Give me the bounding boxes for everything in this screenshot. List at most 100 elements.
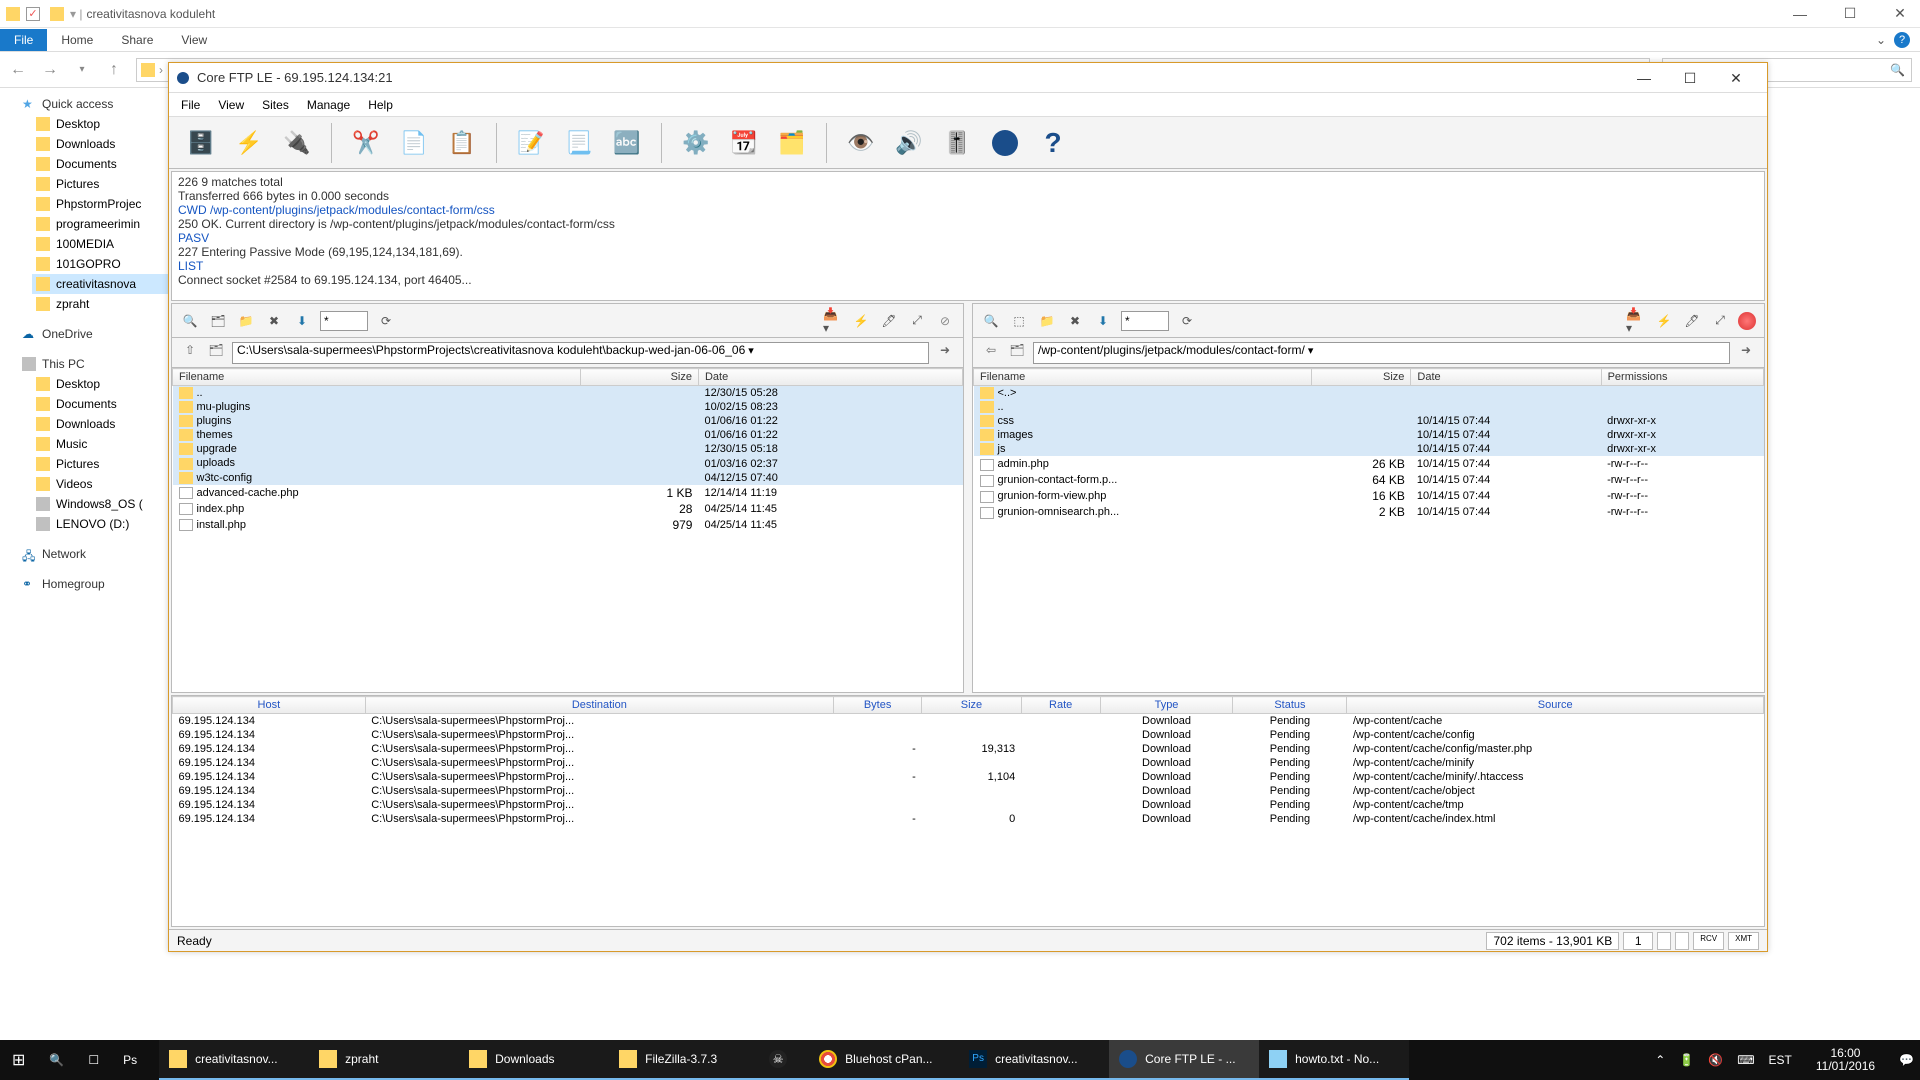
- file-row[interactable]: <..>: [974, 386, 1764, 401]
- battery-icon[interactable]: 🔋: [1679, 1053, 1694, 1067]
- column-header[interactable]: Date: [698, 369, 962, 386]
- tray-expand-icon[interactable]: ⌃: [1655, 1053, 1665, 1067]
- taskbar-app[interactable]: zpraht: [309, 1040, 459, 1080]
- cut-icon[interactable]: ✂️: [346, 123, 386, 163]
- maximize-button[interactable]: ☐: [1836, 5, 1864, 22]
- column-header[interactable]: Size: [581, 369, 699, 386]
- file-row[interactable]: images10/14/15 07:44drwxr-xr-x: [974, 428, 1764, 442]
- schedule-icon[interactable]: 📆: [724, 123, 764, 163]
- file-row[interactable]: grunion-form-view.php16 KB10/14/15 07:44…: [974, 488, 1764, 504]
- close-button[interactable]: ✕: [1713, 64, 1759, 92]
- paste-icon[interactable]: 📋: [442, 123, 482, 163]
- copy-icon[interactable]: 📄: [394, 123, 434, 163]
- help-icon[interactable]: ?: [1894, 32, 1910, 48]
- expand-icon[interactable]: ⤢: [907, 311, 927, 331]
- mode-icon[interactable]: 📥▾: [823, 311, 843, 331]
- menu-sites[interactable]: Sites: [262, 98, 289, 112]
- taskbar-app[interactable]: Downloads: [459, 1040, 609, 1080]
- column-header[interactable]: Source: [1347, 697, 1764, 714]
- help-icon[interactable]: ?: [1033, 123, 1073, 163]
- system-tray[interactable]: ⌃ 🔋 🔇 ⌨ EST 16:0011/01/2016 💬: [1649, 1047, 1920, 1073]
- settings-icon[interactable]: ⚙️: [676, 123, 716, 163]
- minimize-button[interactable]: ―: [1786, 6, 1814, 22]
- file-row[interactable]: themes01/06/16 01:22: [173, 428, 963, 442]
- select-icon[interactable]: ⬚: [1009, 311, 1029, 331]
- up-icon[interactable]: ⇧: [180, 343, 200, 363]
- column-header[interactable]: Rate: [1021, 697, 1100, 714]
- clock[interactable]: 16:0011/01/2016: [1806, 1047, 1885, 1073]
- column-header[interactable]: Bytes: [833, 697, 921, 714]
- remote-filter-input[interactable]: [1121, 311, 1169, 331]
- edit-icon[interactable]: 📝: [511, 123, 551, 163]
- taskbar-app[interactable]: creativitasnov...: [159, 1040, 309, 1080]
- refresh-icon[interactable]: ⟳: [376, 311, 396, 331]
- quick-icon[interactable]: ⚡: [1654, 311, 1674, 331]
- search-button[interactable]: 🔍: [37, 1040, 76, 1080]
- column-header[interactable]: Status: [1233, 697, 1347, 714]
- tree-icon[interactable]: 🗂: [208, 311, 228, 331]
- column-header[interactable]: Filename: [173, 369, 581, 386]
- mode-icon[interactable]: 📥▾: [1626, 311, 1646, 331]
- ribbon-tab-file[interactable]: File: [0, 29, 47, 51]
- go-icon[interactable]: ➜: [1736, 343, 1756, 363]
- local-filter-input[interactable]: [320, 311, 368, 331]
- view-icon[interactable]: 📃: [559, 123, 599, 163]
- local-file-list[interactable]: FilenameSizeDate..12/30/15 05:28mu-plugi…: [172, 368, 963, 692]
- sound-icon[interactable]: 🔊: [889, 123, 929, 163]
- menu-help[interactable]: Help: [368, 98, 393, 112]
- back-button[interactable]: ←: [8, 61, 28, 79]
- taskbar-app[interactable]: Pscreativitasnov...: [959, 1040, 1109, 1080]
- stop-icon[interactable]: [1738, 312, 1756, 330]
- queue-row[interactable]: 69.195.124.134C:\Users\sala-supermees\Ph…: [173, 756, 1764, 770]
- template-icon[interactable]: 🗂️: [772, 123, 812, 163]
- refresh-icon[interactable]: ⟳: [1177, 311, 1197, 331]
- newfolder-icon[interactable]: 📁: [236, 311, 256, 331]
- volume-icon[interactable]: 🔇: [1708, 1053, 1723, 1067]
- file-row[interactable]: mu-plugins10/02/15 08:23: [173, 400, 963, 414]
- queue-row[interactable]: 69.195.124.134C:\Users\sala-supermees\Ph…: [173, 770, 1764, 784]
- menu-manage[interactable]: Manage: [307, 98, 350, 112]
- ribbon-tab-share[interactable]: Share: [107, 29, 167, 51]
- taskbar-app[interactable]: ☠: [759, 1040, 809, 1080]
- tree-icon[interactable]: 🗂: [206, 343, 226, 363]
- link-icon[interactable]: 🖊: [879, 311, 899, 331]
- stop-icon[interactable]: ⊘: [935, 311, 955, 331]
- column-header[interactable]: Type: [1100, 697, 1233, 714]
- menu-file[interactable]: File: [181, 98, 200, 112]
- file-row[interactable]: upgrade12/30/15 05:18: [173, 442, 963, 456]
- remote-file-list[interactable]: FilenameSizeDatePermissions<..>..css10/1…: [973, 368, 1764, 692]
- notifications-icon[interactable]: 💬: [1899, 1053, 1914, 1067]
- column-header[interactable]: Size: [1311, 369, 1411, 386]
- go-icon[interactable]: ➜: [935, 343, 955, 363]
- queue-row[interactable]: 69.195.124.134C:\Users\sala-supermees\Ph…: [173, 812, 1764, 826]
- search-icon[interactable]: 🔍: [180, 311, 200, 331]
- taskbar-app[interactable]: Bluehost cPan...: [809, 1040, 959, 1080]
- file-row[interactable]: grunion-omnisearch.ph...2 KB10/14/15 07:…: [974, 504, 1764, 520]
- start-button[interactable]: ⊞: [0, 1040, 37, 1080]
- language-indicator[interactable]: EST: [1769, 1053, 1792, 1067]
- column-header[interactable]: Destination: [365, 697, 833, 714]
- column-header[interactable]: Date: [1411, 369, 1601, 386]
- options-icon[interactable]: 🎚️: [937, 123, 977, 163]
- queue-row[interactable]: 69.195.124.134C:\Users\sala-supermees\Ph…: [173, 714, 1764, 729]
- file-row[interactable]: uploads01/03/16 02:37: [173, 456, 963, 470]
- quick-icon[interactable]: ⚡: [851, 311, 871, 331]
- column-header[interactable]: Size: [922, 697, 1021, 714]
- file-row[interactable]: install.php97904/25/14 11:45: [173, 517, 963, 533]
- web-icon[interactable]: [985, 123, 1025, 163]
- queue-row[interactable]: 69.195.124.134C:\Users\sala-supermees\Ph…: [173, 728, 1764, 742]
- taskbar-app[interactable]: howto.txt - No...: [1259, 1040, 1409, 1080]
- ribbon-tab-view[interactable]: View: [167, 29, 221, 51]
- column-header[interactable]: Filename: [974, 369, 1312, 386]
- file-row[interactable]: js10/14/15 07:44drwxr-xr-x: [974, 442, 1764, 456]
- back-icon[interactable]: ⇦: [981, 343, 1001, 363]
- search-icon[interactable]: 🔍: [981, 311, 1001, 331]
- transfer-queue[interactable]: HostDestinationBytesSizeRateTypeStatusSo…: [171, 695, 1765, 927]
- history-dropdown[interactable]: ▾: [72, 64, 92, 75]
- delete-icon[interactable]: ✖: [1065, 311, 1085, 331]
- photoshop-pinned[interactable]: Ps: [111, 1040, 159, 1080]
- ftp-titlebar[interactable]: Core FTP LE - 69.195.124.134:21 ― ☐ ✕: [169, 63, 1767, 93]
- connect-icon[interactable]: 🗄️: [181, 123, 221, 163]
- newfolder-icon[interactable]: 📁: [1037, 311, 1057, 331]
- expand-icon[interactable]: ⤢: [1710, 311, 1730, 331]
